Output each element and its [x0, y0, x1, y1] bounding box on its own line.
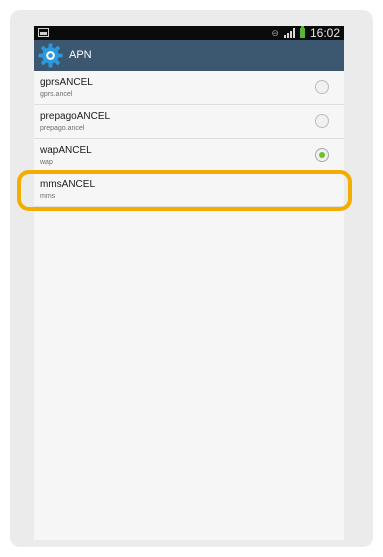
signal-icon: [283, 28, 295, 38]
status-bar: ⊖ 16:02: [34, 26, 344, 40]
apn-name: prepagoANCEL: [40, 111, 111, 122]
apn-name: mmsANCEL: [40, 179, 96, 190]
picture-icon: [38, 28, 49, 37]
apn-value: prepago.ancel: [40, 125, 85, 132]
apn-value: gprs.ancel: [40, 91, 73, 98]
apn-list: gprsANCEL gprs.ancel prepagoANCEL prepag…: [34, 71, 344, 207]
sync-icon: ⊖: [271, 28, 279, 38]
phone-screen: ⊖ 16:02 APN gprsANCEL gprs.ancel prepago…: [34, 26, 344, 540]
apn-radio-button[interactable]: [315, 114, 329, 128]
apn-item-prepago[interactable]: prepagoANCEL prepago.ancel: [34, 105, 344, 139]
action-bar: APN: [34, 40, 344, 71]
apn-name: wapANCEL: [40, 145, 92, 156]
page-title: APN: [69, 49, 92, 61]
status-icons: ⊖ 16:02: [271, 26, 340, 40]
apn-name: gprsANCEL: [40, 77, 93, 88]
apn-radio-button-selected[interactable]: [315, 148, 329, 162]
battery-icon: [299, 26, 305, 38]
apn-value: mms: [40, 193, 56, 200]
status-time: 16:02: [309, 26, 340, 40]
apn-item-gprs[interactable]: gprsANCEL gprs.ancel: [34, 71, 344, 105]
apn-item-mms[interactable]: mmsANCEL mms: [34, 173, 344, 207]
settings-gear-icon[interactable]: [37, 42, 64, 69]
apn-value: wap: [40, 159, 53, 166]
apn-item-wap[interactable]: wapANCEL wap: [34, 139, 344, 173]
apn-radio-button[interactable]: [315, 80, 329, 94]
